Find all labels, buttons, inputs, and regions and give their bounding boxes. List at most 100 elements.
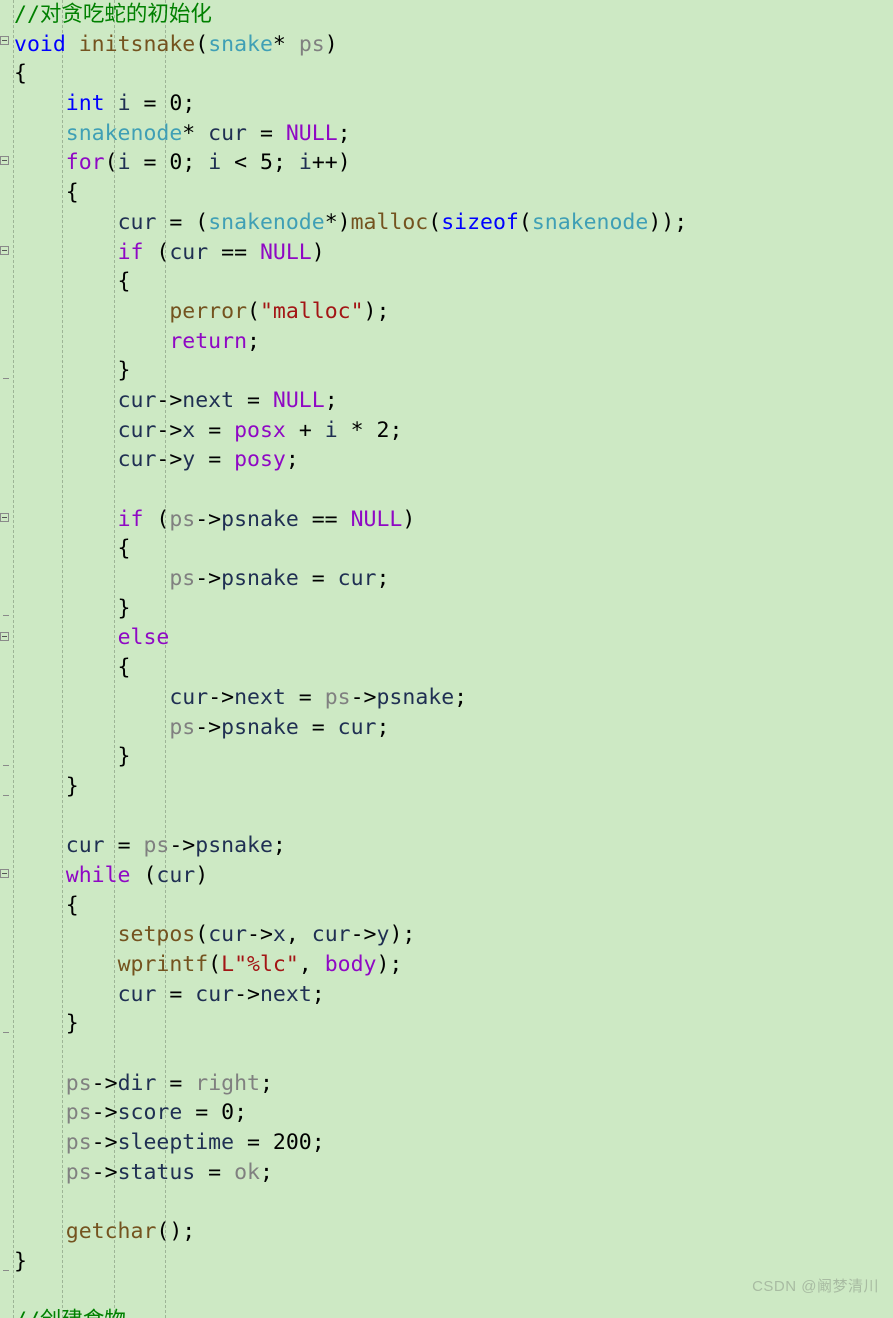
code-line[interactable]: ps->score = 0; bbox=[0, 1098, 893, 1128]
code-line[interactable]: perror("malloc"); bbox=[0, 297, 893, 327]
code-line[interactable]: cur->next = ps->psnake; bbox=[0, 683, 893, 713]
code-line[interactable]: snakenode* cur = NULL; bbox=[0, 119, 893, 149]
code-token: i bbox=[208, 150, 222, 176]
code-token: malloc bbox=[350, 209, 429, 235]
code-editor[interactable]: //对贪吃蛇的初始化 void initsnake(snake* ps){ int… bbox=[0, 0, 893, 1318]
code-token: ) bbox=[195, 862, 209, 888]
code-token: + bbox=[285, 417, 325, 443]
code-line[interactable]: cur = ps->psnake; bbox=[0, 831, 893, 861]
code-line[interactable] bbox=[0, 475, 893, 505]
code-line[interactable]: //创建食物 bbox=[0, 1306, 893, 1318]
code-line[interactable]: { bbox=[0, 59, 893, 89]
code-line[interactable]: while (cur) bbox=[0, 861, 893, 891]
code-line[interactable]: if (ps->psnake == NULL) bbox=[0, 505, 893, 535]
code-token: = bbox=[195, 447, 235, 473]
code-line[interactable]: ps->sleeptime = 200; bbox=[0, 1128, 893, 1158]
code-token: cur bbox=[117, 447, 157, 473]
code-token: ; bbox=[259, 1159, 273, 1185]
code-line[interactable]: { bbox=[0, 534, 893, 564]
code-token: L"%lc" bbox=[221, 952, 299, 977]
code-line[interactable]: for(i = 0; i < 5; i++) bbox=[0, 148, 893, 178]
code-token: initsnake bbox=[78, 31, 196, 57]
code-line[interactable]: ps->dir = right; bbox=[0, 1069, 893, 1099]
code-token: ); bbox=[376, 952, 403, 977]
code-token: ; bbox=[272, 150, 299, 176]
code-token: -> bbox=[195, 566, 222, 592]
code-token: psnake bbox=[221, 506, 299, 532]
code-token: NULL bbox=[285, 120, 338, 146]
code-token: perror bbox=[169, 298, 248, 324]
code-line[interactable]: cur->next = NULL; bbox=[0, 386, 893, 416]
code-token: == bbox=[298, 506, 351, 532]
code-token: snakenode bbox=[531, 209, 649, 235]
code-token: int bbox=[65, 91, 105, 117]
code-token: cur bbox=[169, 239, 209, 265]
code-token: cur bbox=[311, 922, 351, 948]
code-line[interactable]: ps->psnake = cur; bbox=[0, 564, 893, 594]
code-token: if bbox=[117, 506, 144, 532]
csdn-watermark: CSDN @阚梦清川 bbox=[752, 1278, 879, 1295]
code-line[interactable]: void initsnake(snake* ps) bbox=[0, 30, 893, 60]
code-token: i bbox=[117, 150, 131, 176]
code-line[interactable]: { bbox=[0, 891, 893, 921]
code-line[interactable] bbox=[0, 802, 893, 832]
code-token: x bbox=[272, 922, 286, 948]
code-line[interactable] bbox=[0, 1188, 893, 1218]
code-line[interactable]: } bbox=[0, 356, 893, 386]
code-token: = bbox=[182, 1100, 222, 1126]
code-token: = ( bbox=[156, 209, 209, 235]
code-line[interactable]: setpos(cur->x, cur->y); bbox=[0, 920, 893, 950]
code-line[interactable]: } bbox=[0, 742, 893, 772]
code-token: { bbox=[14, 655, 131, 681]
code-line[interactable]: { bbox=[0, 653, 893, 683]
code-token: ps bbox=[169, 714, 196, 740]
code-line[interactable]: else bbox=[0, 623, 893, 653]
code-line[interactable]: cur = cur->next; bbox=[0, 980, 893, 1010]
code-token: //创建食物 bbox=[14, 1308, 126, 1318]
code-token: -> bbox=[169, 833, 196, 859]
code-token: sizeof bbox=[441, 209, 519, 235]
code-line[interactable]: } bbox=[0, 1009, 893, 1039]
code-line[interactable]: cur = (snakenode*)malloc(sizeof(snakenod… bbox=[0, 208, 893, 238]
code-token: ; bbox=[247, 328, 260, 354]
code-token: cur bbox=[337, 566, 377, 592]
code-line[interactable]: getchar(); bbox=[0, 1217, 893, 1247]
code-line[interactable]: if (cur == NULL) bbox=[0, 238, 893, 268]
code-line[interactable]: ps->status = ok; bbox=[0, 1158, 893, 1188]
code-token: { bbox=[14, 269, 131, 295]
code-line[interactable]: int i = 0; bbox=[0, 89, 893, 119]
code-line[interactable]: } bbox=[0, 594, 893, 624]
code-token: void bbox=[14, 31, 66, 57]
code-line[interactable]: } bbox=[0, 772, 893, 802]
code-line[interactable]: //对贪吃蛇的初始化 bbox=[0, 0, 893, 30]
code-token: ; bbox=[454, 684, 468, 710]
code-line[interactable]: wprintf(L"%lc", body); bbox=[0, 950, 893, 980]
code-line[interactable]: cur->y = posy; bbox=[0, 445, 893, 475]
code-token: cur bbox=[117, 981, 157, 1007]
code-line[interactable]: { bbox=[0, 178, 893, 208]
code-text-area[interactable]: //对贪吃蛇的初始化 void initsnake(snake* ps){ int… bbox=[0, 0, 893, 1318]
code-token: ) bbox=[402, 506, 416, 532]
code-line[interactable]: return; bbox=[0, 327, 893, 357]
code-token: cur bbox=[195, 981, 235, 1007]
code-line[interactable] bbox=[0, 1039, 893, 1069]
code-token: y bbox=[376, 922, 390, 948]
code-token: = bbox=[195, 1159, 235, 1185]
code-line[interactable]: ps->psnake = cur; bbox=[0, 713, 893, 743]
code-line[interactable]: } bbox=[0, 1247, 893, 1277]
code-token: ) bbox=[311, 239, 325, 265]
code-token: snake bbox=[208, 31, 273, 57]
code-line[interactable]: cur->x = posx + i * 2; bbox=[0, 416, 893, 446]
code-token: NULL bbox=[259, 239, 312, 265]
code-token: snakenode bbox=[65, 120, 183, 146]
code-token: -> bbox=[91, 1159, 118, 1185]
code-token: = bbox=[285, 684, 325, 710]
code-line[interactable]: { bbox=[0, 267, 893, 297]
code-token: ( bbox=[208, 952, 222, 977]
